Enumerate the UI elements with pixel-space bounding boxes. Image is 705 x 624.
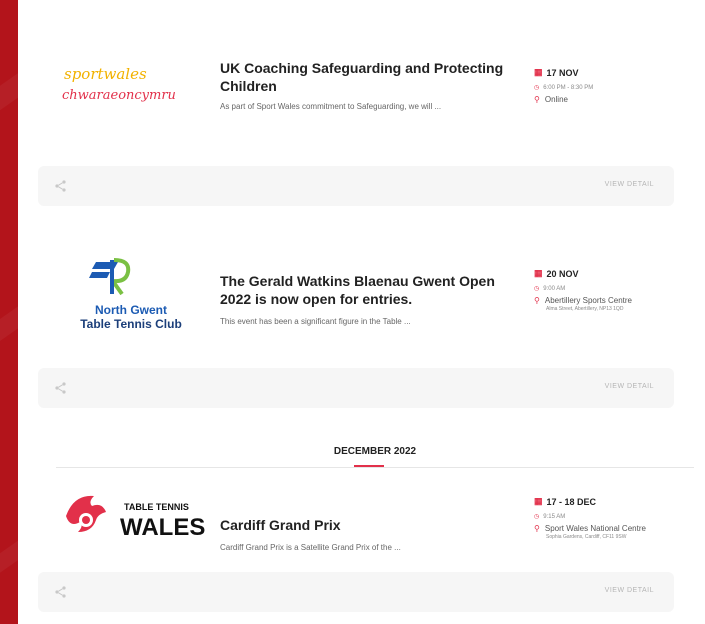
map-pin-icon: ⚲ [534, 296, 540, 305]
event-description: This event has been a significant figure… [220, 317, 411, 326]
event-address: Alma Street, Abertillery, NP13 1QD [546, 306, 624, 312]
event-location: ⚲ Sport Wales National Centre [534, 524, 646, 533]
calendar-icon: ▦ [534, 268, 543, 278]
north-gwent-logo: North Gwent Table Tennis Club [56, 256, 206, 336]
event-actions-1: VIEW DETAIL [38, 166, 674, 206]
event-meta: ▦ 17 - 18 DEC ◷ 9:15 AM ⚲ Sport Wales Na… [534, 496, 694, 540]
svg-text:North Gwent: North Gwent [95, 303, 167, 317]
month-heading: DECEMBER 2022 [333, 446, 417, 457]
event-description: As part of Sport Wales commitment to Saf… [220, 102, 442, 111]
calendar-icon: ▦ [534, 496, 543, 506]
svg-text:chwaraeoncymru: chwaraeoncymru [62, 88, 176, 103]
view-detail-link[interactable]: VIEW DETAIL [605, 587, 654, 594]
view-detail-link[interactable]: VIEW DETAIL [605, 181, 654, 188]
svg-text:TABLE TENNIS: TABLE TENNIS [124, 502, 189, 512]
clock-icon: ◷ [534, 514, 540, 520]
month-underline [354, 465, 384, 467]
clock-icon: ◷ [534, 286, 540, 292]
event-date: ▦ 20 NOV [534, 268, 579, 279]
event-title[interactable]: UK Coaching Safeguarding and Protecting … [220, 59, 510, 95]
event-date: ▦ 17 - 18 DEC [534, 496, 597, 507]
event-meta: ▦ 20 NOV ◷ 9:00 AM ⚲ Abertillery Sports … [534, 268, 694, 312]
event-meta: ▦ 17 NOV ◷ 6:00 PM - 8:30 PM ⚲ Online [534, 67, 694, 104]
map-pin-icon: ⚲ [534, 524, 540, 533]
event-description: Cardiff Grand Prix is a Satellite Grand … [220, 543, 401, 552]
share-icon[interactable] [54, 585, 68, 599]
share-icon[interactable] [54, 381, 68, 395]
calendar-icon: ▦ [534, 67, 543, 77]
events-panel: sportwales chwaraeoncymru UK Coaching Sa… [18, 0, 705, 624]
share-icon[interactable] [54, 179, 68, 193]
month-divider [56, 467, 694, 468]
event-actions-3: VIEW DETAIL [38, 572, 674, 612]
clock-icon: ◷ [534, 85, 540, 91]
event-time: ◷ 6:00 PM - 8:30 PM [534, 84, 594, 92]
event-title[interactable]: The Gerald Watkins Blaenau Gwent Open 20… [220, 272, 510, 308]
event-date: ▦ 17 NOV [534, 67, 579, 78]
event-time: ◷ 9:00 AM [534, 285, 566, 293]
event-time: ◷ 9:15 AM [534, 513, 566, 521]
view-detail-link[interactable]: VIEW DETAIL [605, 383, 654, 390]
svg-text:sportwales: sportwales [64, 65, 147, 83]
map-pin-icon: ⚲ [534, 95, 540, 104]
event-address: Sophia Gardens, Cardiff, CF11 9SW [546, 534, 627, 540]
svg-text:WALES: WALES [120, 514, 205, 541]
event-actions-2: VIEW DETAIL [38, 368, 674, 408]
event-location: ⚲ Online [534, 95, 568, 104]
svg-text:Table Tennis Club: Table Tennis Club [80, 317, 182, 331]
table-tennis-wales-logo: TABLE TENNIS WALES [56, 486, 206, 566]
event-title[interactable]: Cardiff Grand Prix [220, 516, 510, 534]
sport-wales-logo: sportwales chwaraeoncymru [56, 55, 206, 135]
event-location: ⚲ Abertillery Sports Centre [534, 296, 633, 305]
